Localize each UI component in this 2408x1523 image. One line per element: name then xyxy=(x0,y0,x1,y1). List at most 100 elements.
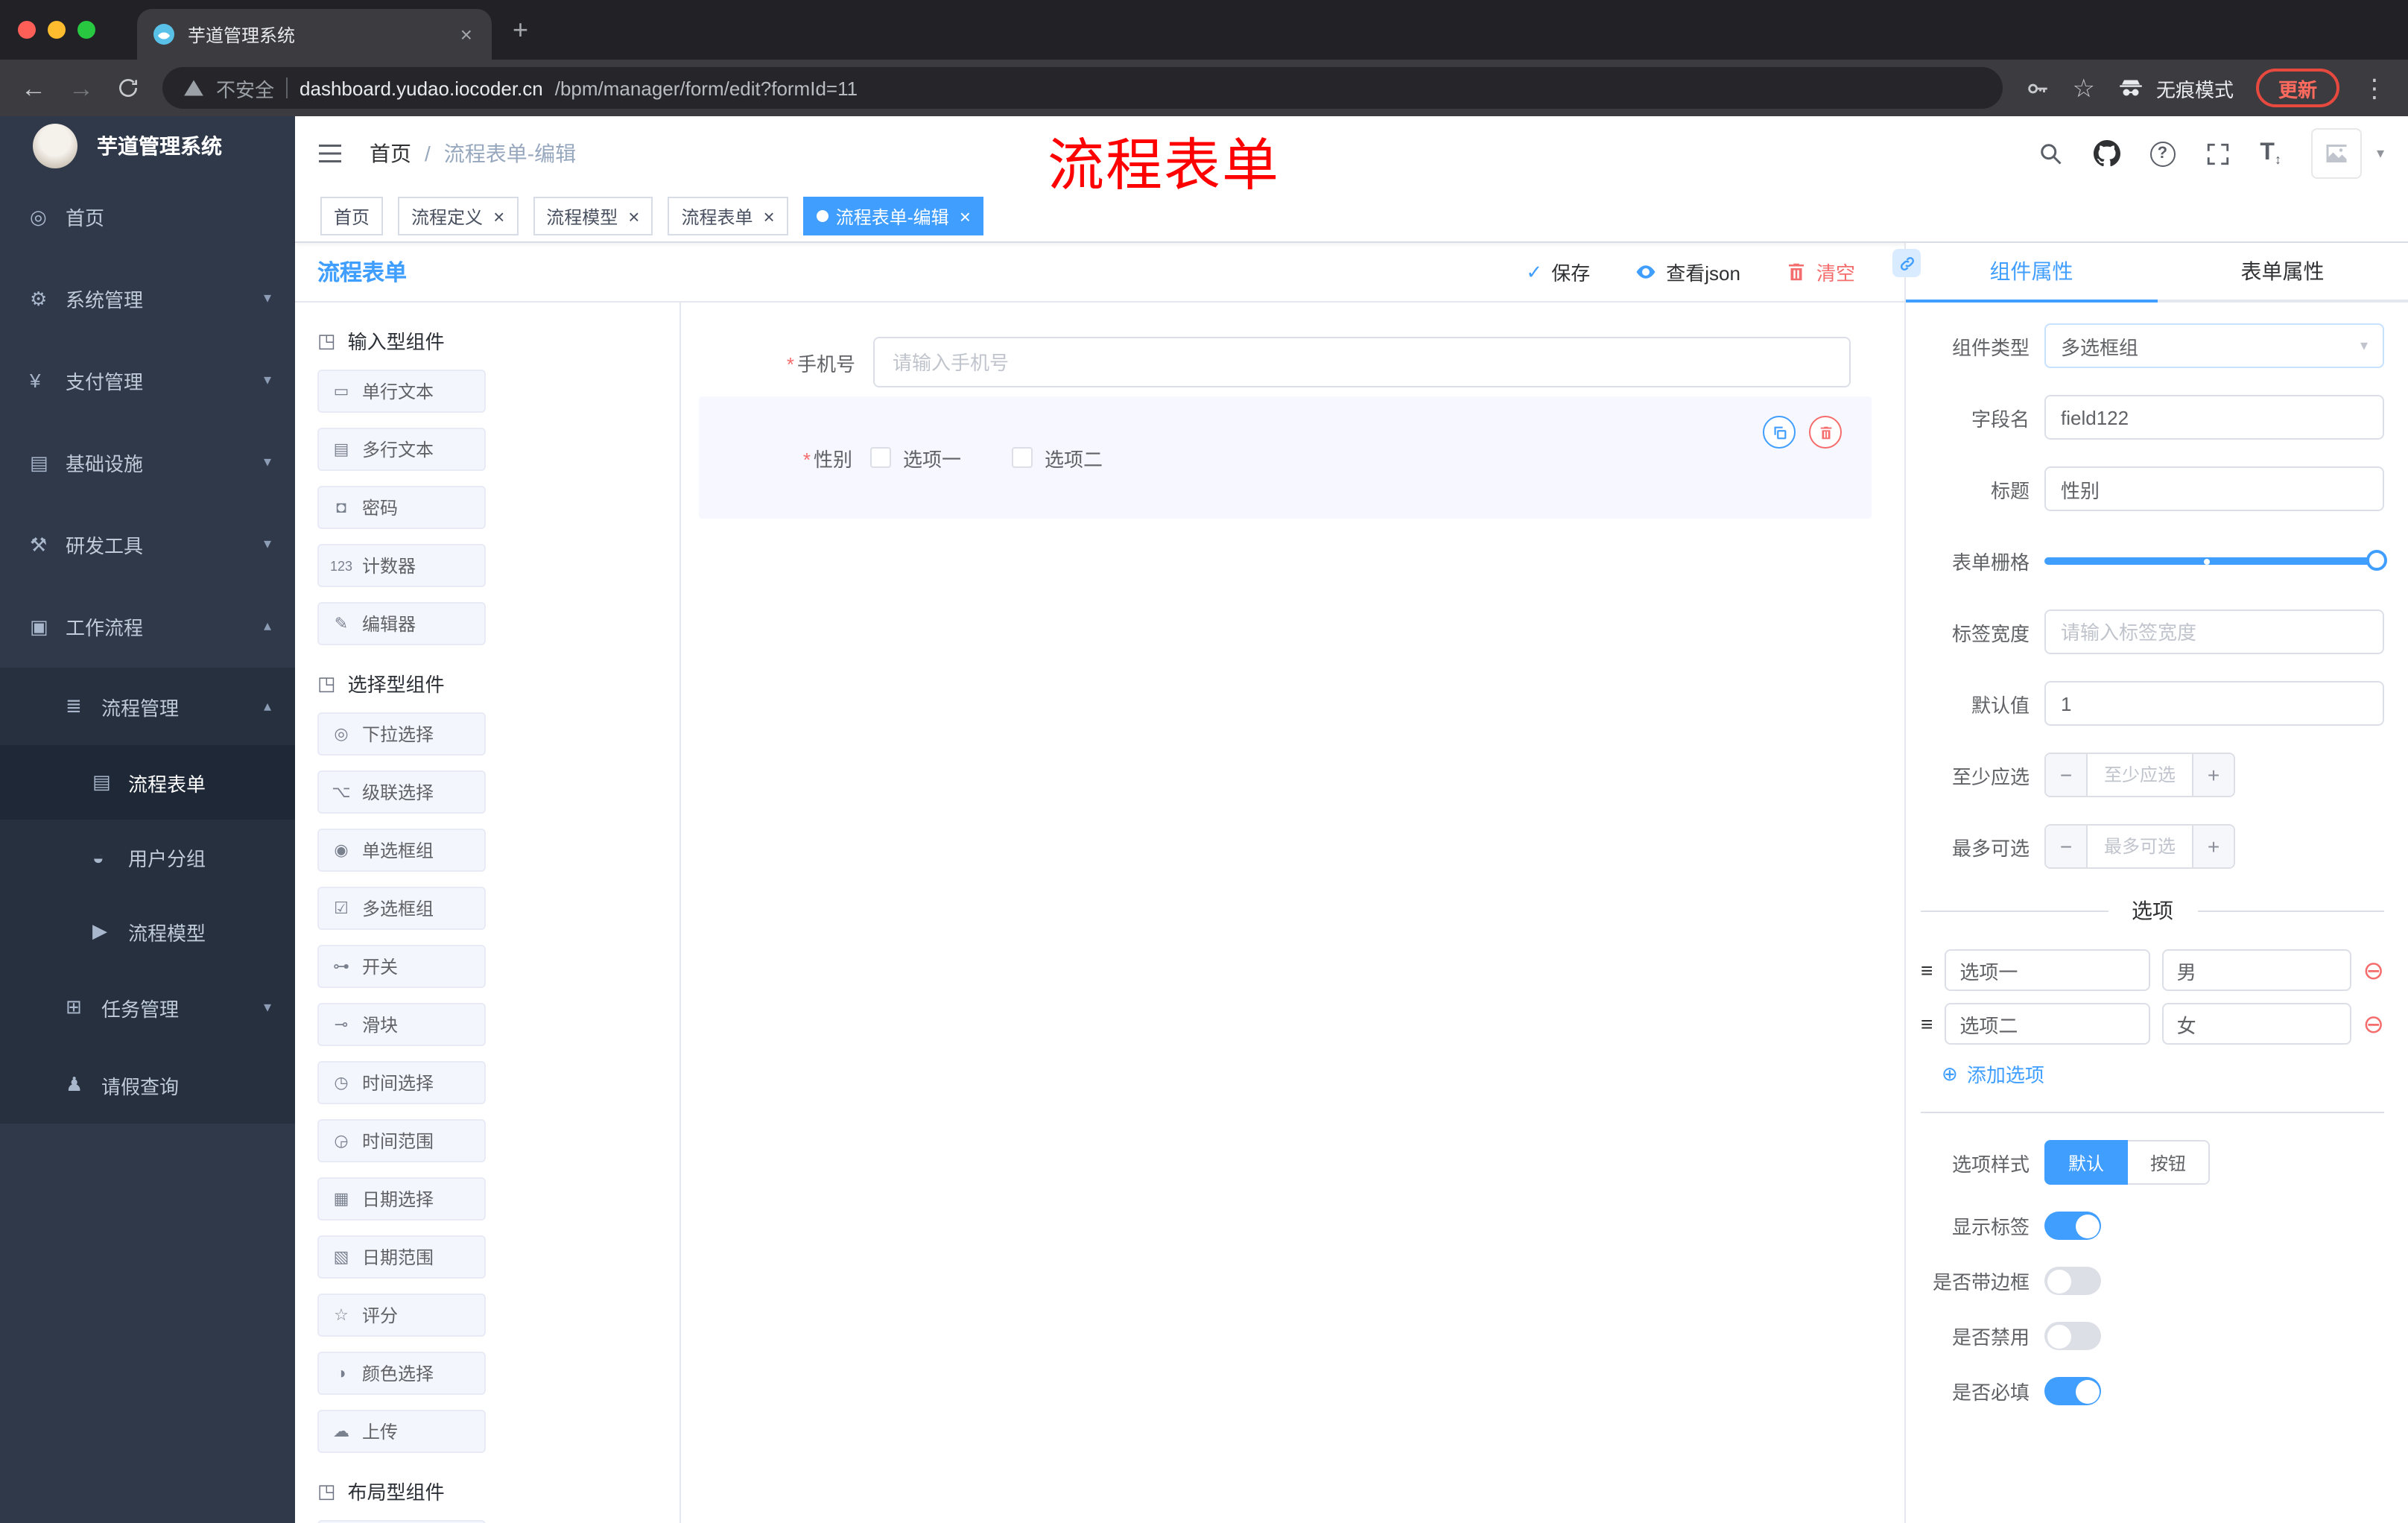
max-select-input[interactable] xyxy=(2088,826,2192,867)
tag-process-model[interactable]: 流程模型 × xyxy=(533,197,653,235)
border-switch[interactable] xyxy=(2044,1267,2101,1295)
option-value-input[interactable] xyxy=(2161,949,2351,991)
gender-field-widget-selected[interactable]: * 性别 选项一 选项二 xyxy=(699,396,1872,519)
checkbox-box[interactable] xyxy=(870,447,891,468)
add-option-button[interactable]: ⊕ 添加选项 xyxy=(1942,1060,2408,1088)
tag-close-icon[interactable]: × xyxy=(628,205,639,227)
link-icon[interactable] xyxy=(1892,249,1921,277)
style-button-button[interactable]: 按钮 xyxy=(2128,1140,2211,1185)
tag-close-icon[interactable]: × xyxy=(493,205,504,227)
field-name-input[interactable] xyxy=(2044,395,2384,440)
tag-close-icon[interactable]: × xyxy=(764,205,775,227)
required-switch[interactable] xyxy=(2044,1377,2101,1405)
security-warning-icon[interactable] xyxy=(183,77,204,98)
palette-item-select[interactable]: ◎ 下拉选择 xyxy=(317,712,486,756)
tag-process-definition[interactable]: 流程定义 × xyxy=(398,197,519,235)
sidebar-item-process-form[interactable]: ▤ 流程表单 xyxy=(0,745,295,820)
decrease-button[interactable]: − xyxy=(2046,754,2088,796)
password-key-icon[interactable] xyxy=(2024,75,2050,101)
palette-item-slider[interactable]: ⊸ 滑块 xyxy=(317,1003,486,1046)
user-avatar[interactable] xyxy=(2310,128,2362,179)
palette-item-editor[interactable]: ✎ 编辑器 xyxy=(317,602,486,645)
tab-form-props[interactable]: 表单属性 xyxy=(2157,243,2408,300)
component-type-select[interactable]: 多选框组 ▾ xyxy=(2044,323,2384,368)
palette-item-time-range[interactable]: ◶ 时间范围 xyxy=(317,1119,486,1162)
gender-option2-checkbox[interactable]: 选项二 xyxy=(1012,443,1103,472)
checkbox-box[interactable] xyxy=(1012,447,1033,468)
palette-item-color-picker[interactable]: ◑ 颜色选择 xyxy=(317,1352,486,1395)
style-default-button[interactable]: 默认 xyxy=(2044,1140,2129,1185)
forward-button[interactable]: → xyxy=(69,75,94,101)
palette-item-password[interactable]: ◘ 密码 xyxy=(317,486,486,529)
new-tab-button[interactable]: + xyxy=(513,14,528,45)
tag-process-form[interactable]: 流程表单 × xyxy=(668,197,788,235)
palette-item-checkbox-group[interactable]: ☑ 多选框组 xyxy=(317,887,486,930)
minimize-window-button[interactable] xyxy=(48,21,66,39)
option-label-input[interactable] xyxy=(1945,949,2150,991)
clear-button[interactable]: 清空 xyxy=(1785,258,1855,286)
drag-handle-icon[interactable]: ≡ xyxy=(1921,1012,1933,1036)
update-button[interactable]: 更新 xyxy=(2255,69,2339,107)
tag-close-icon[interactable]: × xyxy=(960,205,971,227)
default-value-input[interactable] xyxy=(2044,681,2384,726)
label-width-input[interactable] xyxy=(2044,609,2384,654)
zoom-window-button[interactable] xyxy=(77,21,95,39)
sidebar-collapse-icon[interactable] xyxy=(319,140,346,167)
palette-item-cascader[interactable]: ⌥ 级联选择 xyxy=(317,770,486,814)
font-size-icon[interactable]: T ↕ xyxy=(2260,140,2281,167)
phone-input[interactable] xyxy=(873,337,1851,387)
option-value-input[interactable] xyxy=(2161,1003,2351,1045)
remove-option-icon[interactable]: ⊖ xyxy=(2363,1011,2385,1036)
palette-item-upload[interactable]: ☁ 上传 xyxy=(317,1410,486,1453)
github-icon[interactable] xyxy=(2093,140,2120,167)
sidebar-item-leave-query[interactable]: ♟ 请假查询 xyxy=(0,1046,295,1124)
help-icon[interactable]: ? xyxy=(2149,141,2176,166)
bookmark-star-icon[interactable]: ☆ xyxy=(2072,75,2095,101)
sidebar-item-infrastructure[interactable]: ▤ 基础设施 ▾ xyxy=(0,422,295,504)
show-label-switch[interactable] xyxy=(2044,1212,2101,1240)
tag-process-form-edit[interactable]: 流程表单-编辑 × xyxy=(802,197,984,235)
sidebar-item-workflow[interactable]: ▣ 工作流程 ▴ xyxy=(0,586,295,668)
phone-field-row[interactable]: * 手机号 xyxy=(723,337,1851,387)
sidebar-item-task-mgmt[interactable]: ⊞ 任务管理 ▾ xyxy=(0,969,295,1046)
back-button[interactable]: ← xyxy=(21,75,46,101)
min-select-input[interactable] xyxy=(2088,754,2192,796)
drag-handle-icon[interactable]: ≡ xyxy=(1921,958,1933,982)
url-field[interactable]: 不安全 dashboard.yudao.iocoder.cn/bpm/manag… xyxy=(162,67,2003,109)
sidebar-item-payment-mgmt[interactable]: ¥ 支付管理 ▾ xyxy=(0,340,295,422)
increase-button[interactable]: + xyxy=(2192,754,2234,796)
fullscreen-icon[interactable] xyxy=(2205,141,2230,166)
save-button[interactable]: ✓ 保存 xyxy=(1526,258,1590,286)
palette-item-row-container[interactable]: □行容器 xyxy=(317,1520,486,1523)
slider-track[interactable] xyxy=(2044,557,2384,565)
form-canvas[interactable]: *手机号 *性别 选项一 xyxy=(681,303,1904,1523)
decrease-button[interactable]: − xyxy=(2046,826,2088,867)
reload-button[interactable] xyxy=(116,76,140,100)
sidebar-item-user-group[interactable]: ◒ 用户分组 xyxy=(0,820,295,894)
browser-tab[interactable]: 芋道管理系统 × xyxy=(137,9,492,60)
tag-home[interactable]: 首页 xyxy=(320,197,384,235)
slider-handle[interactable] xyxy=(2366,550,2387,571)
palette-item-switch[interactable]: ⊶ 开关 xyxy=(317,945,486,988)
sidebar-item-dev-tools[interactable]: ⚒ 研发工具 ▾ xyxy=(0,504,295,586)
close-window-button[interactable] xyxy=(18,21,36,39)
copy-widget-button[interactable] xyxy=(1763,416,1796,449)
increase-button[interactable]: + xyxy=(2192,826,2234,867)
palette-item-time-picker[interactable]: ◷ 时间选择 xyxy=(317,1061,486,1104)
disabled-switch[interactable] xyxy=(2044,1322,2101,1350)
palette-item-multi-line-text[interactable]: ▤ 多行文本 xyxy=(317,428,486,471)
palette-item-radio-group[interactable]: ◉ 单选框组 xyxy=(317,829,486,872)
avatar-caret-icon[interactable]: ▾ xyxy=(2377,145,2384,162)
tab-close-icon[interactable]: × xyxy=(456,22,477,46)
view-json-button[interactable]: 查看json xyxy=(1635,258,1740,286)
search-icon[interactable] xyxy=(2036,140,2063,167)
palette-item-date-picker[interactable]: ▦ 日期选择 xyxy=(317,1177,486,1220)
remove-option-icon[interactable]: ⊖ xyxy=(2363,957,2385,983)
delete-widget-button[interactable] xyxy=(1809,416,1842,449)
sidebar-item-process-mgmt[interactable]: ≣ 流程管理 ▴ xyxy=(0,668,295,745)
option-label-input[interactable] xyxy=(1945,1003,2150,1045)
sidebar-item-home[interactable]: ◎ 首页 xyxy=(0,176,295,258)
sidebar-item-process-model[interactable]: ▶ 流程模型 xyxy=(0,894,295,969)
form-grid-slider[interactable] xyxy=(2044,538,2387,583)
palette-item-date-range[interactable]: ▧ 日期范围 xyxy=(317,1235,486,1279)
